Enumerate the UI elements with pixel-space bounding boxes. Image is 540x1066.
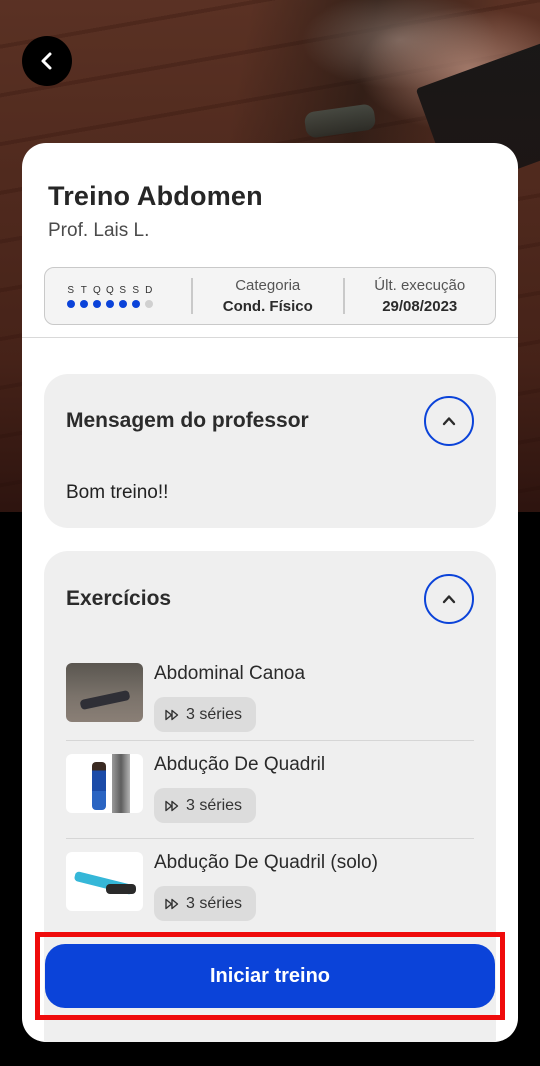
message-text: Bom treino!! — [66, 482, 169, 503]
weekday-letter: T — [80, 284, 88, 296]
series-count: 3 séries — [186, 705, 243, 723]
exercise-item[interactable]: Abdução De Quadril (solo) 3 séries — [66, 839, 474, 937]
workout-detail-screen: Treino Abdomen Prof. Lais L. STQQSSD Cat… — [0, 0, 540, 1066]
exercise-name: Abdominal Canoa — [154, 663, 306, 684]
last-execution-label: Últ. execução — [374, 277, 466, 294]
chevron-left-icon — [41, 52, 52, 70]
series-badge: 3 séries — [154, 697, 257, 732]
exercise-name: Abdução De Quadril — [154, 754, 326, 775]
exercise-info: Abdução De Quadril 3 séries — [154, 754, 325, 838]
category-stat: Categoria Cond. Físico — [193, 277, 344, 315]
exercises-collapse-button[interactable] — [424, 574, 474, 624]
hero-bottle-shape — [303, 103, 377, 139]
weekday-dots — [67, 299, 191, 308]
message-section: Mensagem do professor Bom treino!! — [44, 374, 496, 528]
weekday-letter: S — [132, 284, 140, 296]
message-section-title: Mensagem do professor — [66, 409, 309, 432]
exercise-thumbnail — [66, 663, 143, 722]
weekday-dot — [132, 299, 140, 308]
back-button[interactable] — [22, 36, 72, 86]
weekday-dot — [67, 299, 75, 308]
chevron-up-icon — [442, 417, 456, 426]
series-count: 3 séries — [186, 894, 243, 912]
weekday-letter: Q — [106, 284, 115, 296]
exercise-thumbnail — [66, 754, 143, 813]
weekday-letter: S — [67, 284, 75, 296]
weekday-letters: STQQSSD — [67, 285, 191, 296]
message-collapse-button[interactable] — [424, 396, 474, 446]
chevron-up-icon — [442, 595, 456, 604]
start-workout-button[interactable]: Iniciar treino — [45, 944, 495, 1008]
workout-title: Treino Abdomen — [48, 181, 263, 211]
workout-card: Treino Abdomen Prof. Lais L. STQQSSD Cat… — [22, 143, 518, 1042]
series-count: 3 séries — [186, 796, 243, 814]
series-badge: 3 séries — [154, 886, 257, 921]
exercise-item[interactable]: Abdução De Quadril 3 séries — [66, 741, 474, 839]
exercise-item[interactable]: Abdominal Canoa 3 séries — [66, 649, 474, 741]
series-badge: 3 séries — [154, 788, 257, 823]
category-label: Categoria — [235, 277, 301, 294]
fast-forward-icon — [165, 800, 179, 811]
exercises-section-title: Exercícios — [66, 587, 172, 610]
workout-header: Treino Abdomen Prof. Lais L. STQQSSD Cat… — [22, 143, 518, 338]
weekday-letter: Q — [93, 284, 102, 296]
exercise-info: Abdução De Quadril (solo) 3 séries — [154, 852, 378, 936]
weekday-dot — [80, 299, 88, 308]
weekdays-indicator: STQQSSD — [45, 285, 191, 308]
weekday-dot — [93, 299, 101, 308]
category-value: Cond. Físico — [222, 298, 313, 315]
trainer-name: Prof. Lais L. — [48, 220, 150, 241]
weekday-dot — [106, 299, 114, 308]
weekday-letter: D — [145, 284, 153, 296]
exercise-thumbnail — [66, 852, 143, 911]
workout-stats: STQQSSD Categoria Cond. Físico Últ. exec… — [44, 267, 496, 325]
last-execution-value: 29/08/2023 — [382, 298, 458, 315]
weekday-dot — [119, 299, 127, 308]
exercise-info: Abdominal Canoa 3 séries — [154, 663, 305, 740]
weekday-letter: S — [119, 284, 127, 296]
fast-forward-icon — [165, 898, 179, 909]
fast-forward-icon — [165, 709, 179, 720]
exercise-name: Abdução De Quadril (solo) — [154, 852, 378, 873]
exercise-list: Abdominal Canoa 3 séries Abdução De Quad… — [66, 649, 474, 937]
last-execution-stat: Últ. execução 29/08/2023 — [345, 277, 496, 315]
weekday-dot — [145, 299, 153, 308]
